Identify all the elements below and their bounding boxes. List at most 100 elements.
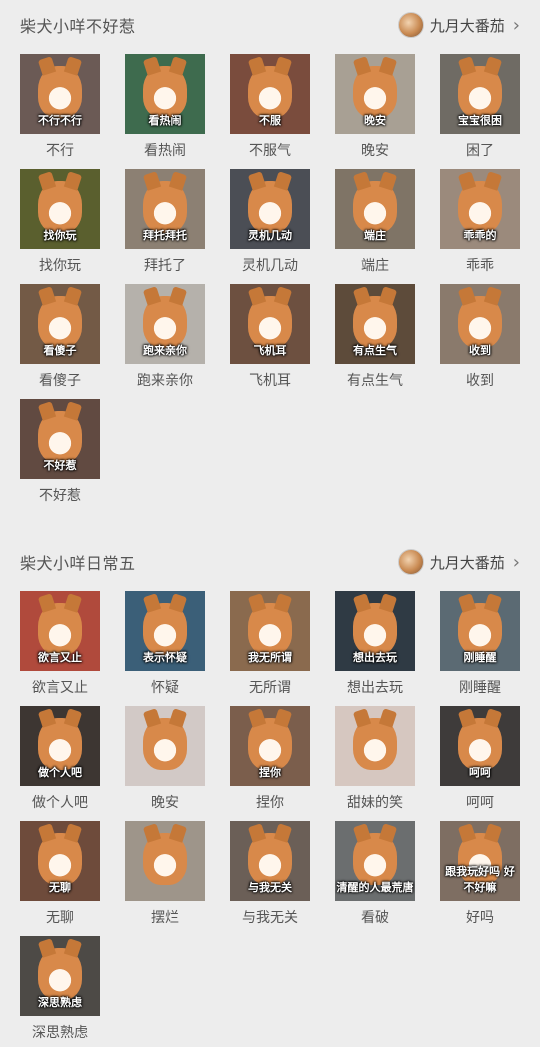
sticker-item[interactable]: 收到 收到 xyxy=(440,280,520,395)
sticker-label: 有点生气 xyxy=(347,373,403,389)
sticker-thumbnail: 深思熟虑 xyxy=(20,936,100,1016)
sticker-label: 看傻子 xyxy=(39,373,81,389)
sticker-caption: 不行不行 xyxy=(38,114,82,127)
sticker-item[interactable]: 呵呵 呵呵 xyxy=(440,702,520,817)
sticker-item[interactable]: 想出去玩 想出去玩 xyxy=(335,587,415,702)
sticker-item[interactable]: 不好惹 不好惹 xyxy=(20,395,100,510)
sticker-thumbnail: 无聊 xyxy=(20,821,100,901)
sticker-item[interactable]: 有点生气 有点生气 xyxy=(335,280,415,395)
sticker-item[interactable]: 跟我玩好吗 好不好嘛 好吗 xyxy=(440,817,520,932)
sticker-item[interactable]: 晚安 xyxy=(125,702,205,817)
section-title: 柴犬小咩不好惹 xyxy=(20,17,136,36)
sticker-item[interactable]: 做个人吧 做个人吧 xyxy=(20,702,100,817)
sticker-item[interactable]: 看热闹 看热闹 xyxy=(125,50,205,165)
author-link[interactable]: 九月大番茄 › xyxy=(397,549,520,575)
sticker-item[interactable]: 找你玩 找你玩 xyxy=(20,165,100,280)
shiba-image xyxy=(38,66,82,118)
sticker-thumbnail: 跟我玩好吗 好不好嘛 xyxy=(440,821,520,901)
sticker-item[interactable]: 拜托拜托 拜托了 xyxy=(125,165,205,280)
shiba-image xyxy=(143,718,187,770)
sticker-label: 拜托了 xyxy=(144,258,186,274)
sticker-item[interactable]: 看傻子 看傻子 xyxy=(20,280,100,395)
sticker-thumbnail: 跑来亲你 xyxy=(125,284,205,364)
sticker-caption: 飞机耳 xyxy=(253,344,287,357)
sticker-label: 晚安 xyxy=(361,143,389,159)
sticker-label: 怀疑 xyxy=(151,680,179,696)
sticker-thumbnail: 捏你 xyxy=(230,706,310,786)
shiba-image xyxy=(38,603,82,655)
shiba-image xyxy=(248,603,292,655)
sticker-label: 深思熟虑 xyxy=(32,1025,88,1041)
author-avatar xyxy=(397,12,424,38)
sticker-item[interactable]: 无聊 无聊 xyxy=(20,817,100,932)
sticker-caption: 我无所谓 xyxy=(248,651,292,664)
sticker-item[interactable]: 刚睡醒 刚睡醒 xyxy=(440,587,520,702)
shiba-image xyxy=(248,296,292,348)
shiba-image xyxy=(353,833,397,885)
sticker-item[interactable]: 不服 不服气 xyxy=(230,50,310,165)
sticker-item[interactable]: 飞机耳 飞机耳 xyxy=(230,280,310,395)
sticker-thumbnail: 呵呵 xyxy=(440,706,520,786)
sticker-caption: 做个人吧 xyxy=(38,766,82,779)
sticker-label: 不行 xyxy=(46,143,74,159)
sticker-label: 与我无关 xyxy=(242,910,298,926)
shiba-image xyxy=(248,66,292,118)
author-link[interactable]: 九月大番茄 › xyxy=(397,12,520,38)
sticker-thumbnail: 清醒的人最荒唐 xyxy=(335,821,415,901)
sticker-caption: 深思熟虑 xyxy=(38,996,82,1009)
section-header: 柴犬小咩日常五 九月大番茄 › xyxy=(0,537,540,587)
sticker-item[interactable]: 晚安 晚安 xyxy=(335,50,415,165)
sticker-caption: 清醒的人最荒唐 xyxy=(336,881,414,894)
author-name: 九月大番茄 xyxy=(429,16,505,35)
sticker-item[interactable]: 清醒的人最荒唐 看破 xyxy=(335,817,415,932)
sticker-label: 做个人吧 xyxy=(32,795,88,811)
sticker-item[interactable]: 我无所谓 无所谓 xyxy=(230,587,310,702)
sticker-caption: 捏你 xyxy=(259,766,281,779)
sticker-label: 呵呵 xyxy=(466,795,494,811)
sticker-thumbnail: 我无所谓 xyxy=(230,591,310,671)
sticker-caption: 乖乖的 xyxy=(463,229,497,242)
shiba-image xyxy=(248,181,292,233)
sticker-item[interactable]: 端庄 端庄 xyxy=(335,165,415,280)
sticker-label: 端庄 xyxy=(361,258,389,274)
sticker-label: 困了 xyxy=(466,143,494,159)
sticker-item[interactable]: 摆烂 xyxy=(125,817,205,932)
sticker-label: 无所谓 xyxy=(249,680,291,696)
sticker-item[interactable]: 宝宝很困 困了 xyxy=(440,50,520,165)
sticker-label: 收到 xyxy=(466,373,494,389)
sticker-label: 飞机耳 xyxy=(249,373,291,389)
sticker-label: 看热闹 xyxy=(144,143,186,159)
sticker-thumbnail: 不好惹 xyxy=(20,399,100,479)
sticker-item[interactable]: 不行不行 不行 xyxy=(20,50,100,165)
section-title: 柴犬小咩日常五 xyxy=(20,554,136,573)
sticker-thumbnail: 飞机耳 xyxy=(230,284,310,364)
shiba-image xyxy=(353,181,397,233)
sticker-item[interactable]: 深思熟虑 深思熟虑 xyxy=(20,932,100,1047)
sticker-thumbnail: 宝宝很困 xyxy=(440,54,520,134)
sticker-thumbnail: 晚安 xyxy=(335,54,415,134)
sticker-caption: 晚安 xyxy=(364,114,386,127)
sticker-caption: 跑来亲你 xyxy=(143,344,187,357)
sticker-item[interactable]: 甜妹的笑 xyxy=(335,702,415,817)
sticker-label: 找你玩 xyxy=(39,258,81,274)
sticker-item[interactable]: 与我无关 与我无关 xyxy=(230,817,310,932)
sticker-item[interactable]: 欲言又止 欲言又止 xyxy=(20,587,100,702)
sticker-label: 看破 xyxy=(361,910,389,926)
sticker-label: 好吗 xyxy=(466,910,494,926)
sticker-item[interactable]: 表示怀疑 怀疑 xyxy=(125,587,205,702)
sticker-label: 无聊 xyxy=(46,910,74,926)
chevron-right-icon: › xyxy=(512,551,520,573)
sticker-item[interactable]: 灵机几动 灵机几动 xyxy=(230,165,310,280)
sticker-caption: 不好惹 xyxy=(43,459,77,472)
sticker-thumbnail xyxy=(125,706,205,786)
sticker-section: 柴犬小咩日常五 九月大番茄 › 欲言又止 欲言又止 表示怀疑 怀疑 我无所谓 无 xyxy=(0,537,540,1047)
shiba-image xyxy=(38,411,82,463)
sticker-item[interactable]: 捏你 捏你 xyxy=(230,702,310,817)
shiba-image xyxy=(248,833,292,885)
sticker-thumbnail: 乖乖的 xyxy=(440,169,520,249)
shiba-image xyxy=(353,296,397,348)
sticker-item[interactable]: 跑来亲你 跑来亲你 xyxy=(125,280,205,395)
sticker-caption: 不服 xyxy=(259,114,281,127)
sticker-item[interactable]: 乖乖的 乖乖 xyxy=(440,165,520,280)
sticker-thumbnail: 有点生气 xyxy=(335,284,415,364)
